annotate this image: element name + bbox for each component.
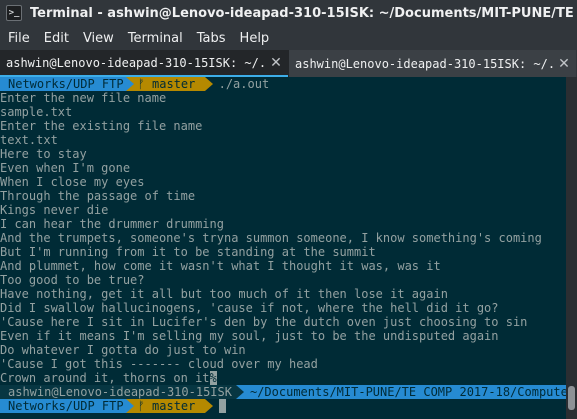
- close-icon[interactable]: ✕: [268, 55, 284, 71]
- output-line: Even if it means I'm selling my soul, ju…: [0, 329, 499, 343]
- output-line: Kings never die: [0, 203, 109, 217]
- menu-help[interactable]: Help: [233, 31, 277, 46]
- final-prompt-line: Networks/UDP FTP ᚠ master: [0, 399, 566, 413]
- output-line: But I'm running from it to be standing a…: [0, 245, 376, 259]
- output-line: Here to stay: [0, 147, 87, 161]
- window-title: Terminal - ashwin@Lenovo-ideapad-310-15I…: [30, 5, 574, 21]
- prompt-separator: [125, 399, 134, 413]
- output-line: Did I swallow hallucinogens, 'cause if n…: [0, 301, 499, 315]
- scrollbar-thumb[interactable]: [568, 386, 575, 410]
- prompt-directory: Networks/UDP FTP: [0, 399, 126, 413]
- output-line: Have nothing, get it all but too much of…: [0, 287, 448, 301]
- close-icon[interactable]: ✕: [556, 56, 572, 72]
- tab-2-label: ashwin@Lenovo-ideapad-310-15ISK: ~/...: [295, 56, 556, 71]
- menu-bar: File Edit View Terminal Tabs Help: [0, 26, 577, 50]
- prompt-branch: master: [144, 399, 203, 413]
- prompt-host: ashwin@Lenovo-ideapad-310-15ISK: [0, 385, 236, 399]
- tab-1[interactable]: ashwin@Lenovo-ideapad-310-15ISK: ~/... ✕: [0, 50, 288, 77]
- prompt-separator: [204, 77, 213, 91]
- prompt-directory: Networks/UDP FTP: [0, 77, 126, 91]
- text-cursor-mark: %: [209, 371, 217, 385]
- terminal-output[interactable]: Networks/UDP FTP ᚠ master ./a.out Enter …: [0, 77, 566, 419]
- output-line: Too good to be true?: [0, 273, 145, 287]
- output-line: When I close my eyes: [0, 175, 145, 189]
- menu-edit[interactable]: Edit: [37, 31, 76, 46]
- output-line: Enter the new file name: [0, 91, 167, 105]
- window-titlebar[interactable]: >_ Terminal - ashwin@Lenovo-ideapad-310-…: [0, 0, 577, 26]
- output-line: And plummet, how come it wasn't what I t…: [0, 259, 441, 273]
- output-lines: Enter the new file name sample.txt Enter t…: [0, 91, 566, 371]
- output-line: Through the passage of time: [0, 189, 196, 203]
- output-line: Even when I'm gone: [0, 161, 131, 175]
- git-branch-icon: ᚠ: [137, 77, 145, 91]
- tab-1-label: ashwin@Lenovo-ideapad-310-15ISK: ~/...: [6, 55, 268, 70]
- menu-file[interactable]: File: [0, 31, 37, 46]
- output-line: text.txt: [0, 133, 58, 147]
- output-line: 'Cause here I sit in Lucifer's den by th…: [0, 315, 528, 329]
- prompt-path: ~/Documents/MIT-PUNE/TE COMP 2017-18/Com…: [243, 385, 566, 399]
- terminal-cursor: [218, 399, 226, 413]
- prompt-line: Networks/UDP FTP ᚠ master ./a.out: [0, 77, 566, 91]
- prompt-separator: [125, 77, 134, 91]
- status-prompt-line: ashwin@Lenovo-ideapad-310-15ISK ~/Docume…: [0, 385, 566, 399]
- output-line: And the trumpets, someone's tryna summon…: [0, 231, 542, 245]
- prompt-command: ./a.out: [218, 77, 270, 91]
- git-branch-icon: ᚠ: [137, 399, 145, 413]
- terminal-icon: >_: [6, 5, 22, 21]
- prompt-separator: [204, 399, 213, 413]
- prompt-separator: [235, 385, 244, 399]
- tab-bar: ashwin@Lenovo-ideapad-310-15ISK: ~/... ✕…: [0, 50, 577, 77]
- prompt-branch: master: [144, 77, 203, 91]
- output-line: Do whatever I gotta do just to win: [0, 343, 246, 357]
- menu-tabs[interactable]: Tabs: [190, 31, 233, 46]
- tab-2[interactable]: ashwin@Lenovo-ideapad-310-15ISK: ~/... ✕: [288, 50, 576, 77]
- terminal-scrollbar[interactable]: [566, 77, 577, 419]
- output-line: 'Cause I got this ------- cloud over my …: [0, 357, 318, 371]
- output-line: sample.txt: [0, 105, 73, 119]
- output-line: Crown around it, thorns on it%: [0, 371, 217, 385]
- menu-terminal[interactable]: Terminal: [121, 31, 190, 46]
- output-line: Enter the existing file name: [0, 119, 203, 133]
- output-line: I can hear the drummer drumming: [0, 217, 224, 231]
- menu-view[interactable]: View: [76, 31, 121, 46]
